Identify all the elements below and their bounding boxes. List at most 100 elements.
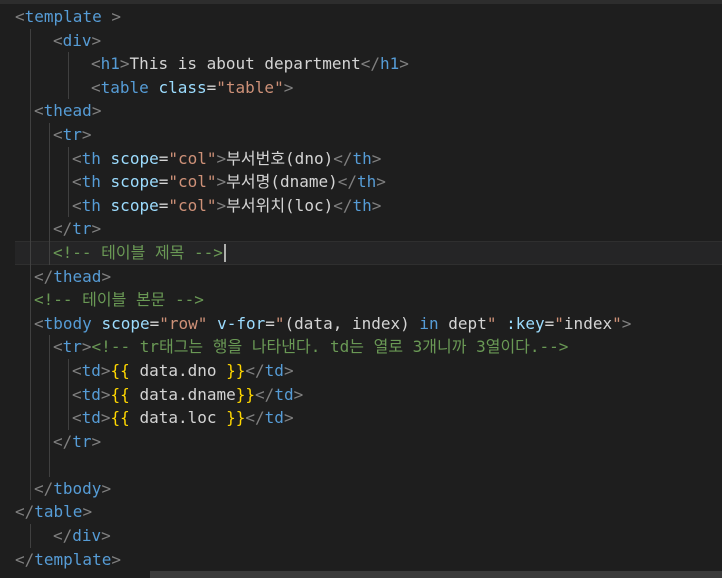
code-token: </ [53,431,73,451]
code-token: 부서명(dname) [226,172,338,192]
code-token: > [101,266,112,286]
code-token: "row" [159,313,208,333]
code-line[interactable]: <thead> [15,99,722,123]
indent-guide [68,52,69,76]
code-token: < [53,124,63,144]
code-token: > [100,384,111,404]
code-token: tbody [53,478,102,498]
code-token: < [72,408,82,428]
code-line[interactable]: </template> [15,548,722,572]
code-token: > [283,408,294,428]
code-token: > [100,360,111,380]
code-token: scope [110,172,159,192]
code-token: (data, index) [284,313,420,333]
code-line-content: </table> [15,500,92,524]
code-line-content: <h1>This is about department</h1> [91,52,409,76]
code-line[interactable]: </table> [15,500,722,524]
code-line[interactable]: </tr> [15,429,722,454]
code-token: > [91,30,102,50]
indent-guide [68,358,69,383]
code-token: scope [110,148,159,168]
code-line[interactable]: <table class="table"> [15,75,722,100]
code-line[interactable]: <!-- 테이블 본문 --> [15,288,722,312]
code-token: table [100,77,149,97]
code-token: <!-- tr태그는 행을 나타낸다. td는 열로 3개니까 3열이다.--> [91,337,569,357]
indent-guide [30,99,31,123]
code-line[interactable]: </tr> [15,217,722,241]
indent-guide [68,146,69,171]
code-line[interactable]: <th scope="col">부서위치(loc)</th> [15,193,722,218]
code-line-content: <th scope="col">부서위치(loc)</th> [72,194,381,218]
code-token: "table" [216,77,284,97]
code-line[interactable]: </tbody> [15,476,722,501]
code-token: </ [15,549,35,569]
indent-guide [49,217,50,241]
horizontal-scrollbar[interactable] [0,570,722,578]
code-token: < [72,360,82,380]
code-token: }} [226,360,246,380]
code-token: > [111,549,121,569]
code-line[interactable]: <td>{{ data.loc }}</td> [15,406,722,430]
code-token: > [81,337,92,357]
indent-guide [49,240,50,265]
code-token: </ [360,54,380,74]
indent-guide [30,146,31,171]
indent-guide [30,193,31,218]
indent-guide [30,335,31,359]
code-area[interactable]: <template > <div> <h1>This is about depart… [15,5,722,571]
code-editor[interactable]: <template > <div> <h1>This is about depart… [0,0,722,578]
code-line[interactable]: <tbody scope="row" v-for="(data, index) … [15,311,722,336]
code-token: > [100,408,111,428]
code-token: v-for [217,313,266,333]
indent-guide [49,358,50,383]
code-line[interactable] [15,453,722,477]
indent-guide [30,311,31,336]
code-token: data.dname [129,384,236,404]
code-line[interactable]: <h1>This is about department</h1> [15,52,722,76]
code-line[interactable]: <th scope="col">부서명(dname)</th> [15,170,722,194]
code-line-content: <tr> [53,123,92,147]
code-token: scope [101,313,150,333]
code-line-content: <td>{{ data.dname}}</td> [72,383,303,407]
code-token: in [419,313,439,333]
code-token: " [612,313,622,333]
code-token: > [371,148,382,168]
code-token: < [72,172,82,192]
code-token: </ [15,502,35,522]
code-token: td [274,384,294,404]
code-token: < [91,54,101,74]
code-token: </ [245,408,265,428]
code-token: th [81,172,101,192]
code-token: dept [438,313,487,333]
code-line[interactable]: <td>{{ data.dno }}</td> [15,358,722,383]
code-token: > [371,195,382,215]
indent-guide [30,429,31,454]
code-line[interactable]: <!-- 테이블 제목 --> [15,240,722,265]
code-line[interactable]: <tr> [15,122,722,147]
horizontal-scrollbar-thumb[interactable] [150,571,722,578]
code-line[interactable]: <tr><!-- tr태그는 행을 나타낸다. td는 열로 3개니까 3열이다… [15,335,722,359]
code-line-content: </tr> [53,430,101,454]
code-line-content: <div> [53,29,101,53]
code-token: data.dno [129,360,227,380]
code-line[interactable]: <th scope="col">부서번호(dno)</th> [15,146,722,171]
indent-guide [30,382,31,407]
code-token: td [81,360,101,380]
code-token: 부서위치(loc) [226,195,334,215]
code-token: > [216,148,227,168]
indent-guide [30,28,31,53]
code-line[interactable]: <template > [15,5,722,29]
code-line[interactable]: <td>{{ data.dname}}</td> [15,382,722,407]
code-line-content: </template> [15,548,121,572]
code-line[interactable]: <div> [15,28,722,53]
code-line[interactable]: </div> [15,524,722,548]
code-line[interactable]: </thead> [15,264,722,289]
indent-guide [49,453,50,477]
code-token: 부서번호(dno) [226,148,334,168]
indent-guide [30,288,31,312]
code-token: th [81,148,101,168]
